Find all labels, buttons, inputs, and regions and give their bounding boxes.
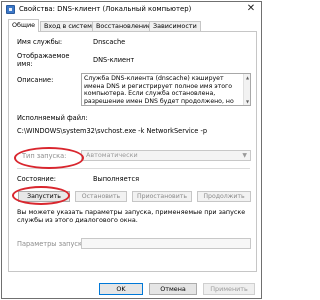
service-properties-dialog: Свойства: DNS-клиент (Локальный компьюте… [1,1,262,299]
pause-button[interactable]: Приостановить [132,191,192,202]
scroll-up-icon[interactable]: ▲ [244,74,250,81]
description-scrollbar[interactable]: ▲ ▼ [243,74,250,105]
display-name-label-line2: имя: [17,60,33,68]
tab-dependencies[interactable]: Зависимости [149,21,201,31]
executable-label: Исполняемый файл: [17,114,88,122]
startup-params-label: Параметры запуска: [17,240,89,248]
tab-general[interactable]: Общие [8,19,40,32]
service-name-value: Dnscache [93,38,126,46]
tab-logon[interactable]: Вход в систему [40,21,100,31]
description-box[interactable]: Служба DNS-клиента (dnscache) кэширует и… [81,73,251,106]
cancel-button[interactable]: Отмена [149,283,197,295]
startup-params-info: Вы можете указать параметры запуска, при… [17,208,246,224]
ok-button[interactable]: OK [99,283,143,295]
close-button[interactable]: ✕ [242,2,260,16]
display-name-value: DNS-клиент [93,56,135,64]
startup-type-label: Тип запуска: [22,152,67,160]
resume-button[interactable]: Продолжить [197,191,251,202]
apply-button[interactable]: Применить [203,283,255,295]
display-name-label: Отображаемое [17,52,70,60]
description-text: Служба DNS-клиента (dnscache) кэширует и… [84,75,234,105]
startup-type-select[interactable]: Автоматически ▼ [81,150,251,161]
status-label: Состояние: [17,175,56,183]
start-button[interactable]: Запустить [18,191,70,202]
startup-params-input[interactable] [81,238,251,249]
stop-button[interactable]: Остановить [75,191,127,202]
tab-recovery[interactable]: Восстановление [92,21,156,31]
executable-path: C:\WINDOWS\system32\svchost.exe -k Netwo… [17,127,208,135]
scroll-down-icon[interactable]: ▼ [244,98,250,105]
startup-type-value: Автоматически [86,151,138,159]
title-bar[interactable]: Свойства: DNS-клиент (Локальный компьюте… [2,2,261,17]
chevron-down-icon: ▼ [242,152,247,159]
description-label: Описание: [17,76,54,84]
service-name-label: Имя службы: [17,38,63,46]
service-app-icon [6,5,15,14]
status-value: Выполняется [93,175,140,183]
window-title: Свойства: DNS-клиент (Локальный компьюте… [19,5,192,13]
separator [17,168,250,169]
general-tab-panel: Имя службы: Dnscache Отображаемое имя: D… [8,31,257,272]
